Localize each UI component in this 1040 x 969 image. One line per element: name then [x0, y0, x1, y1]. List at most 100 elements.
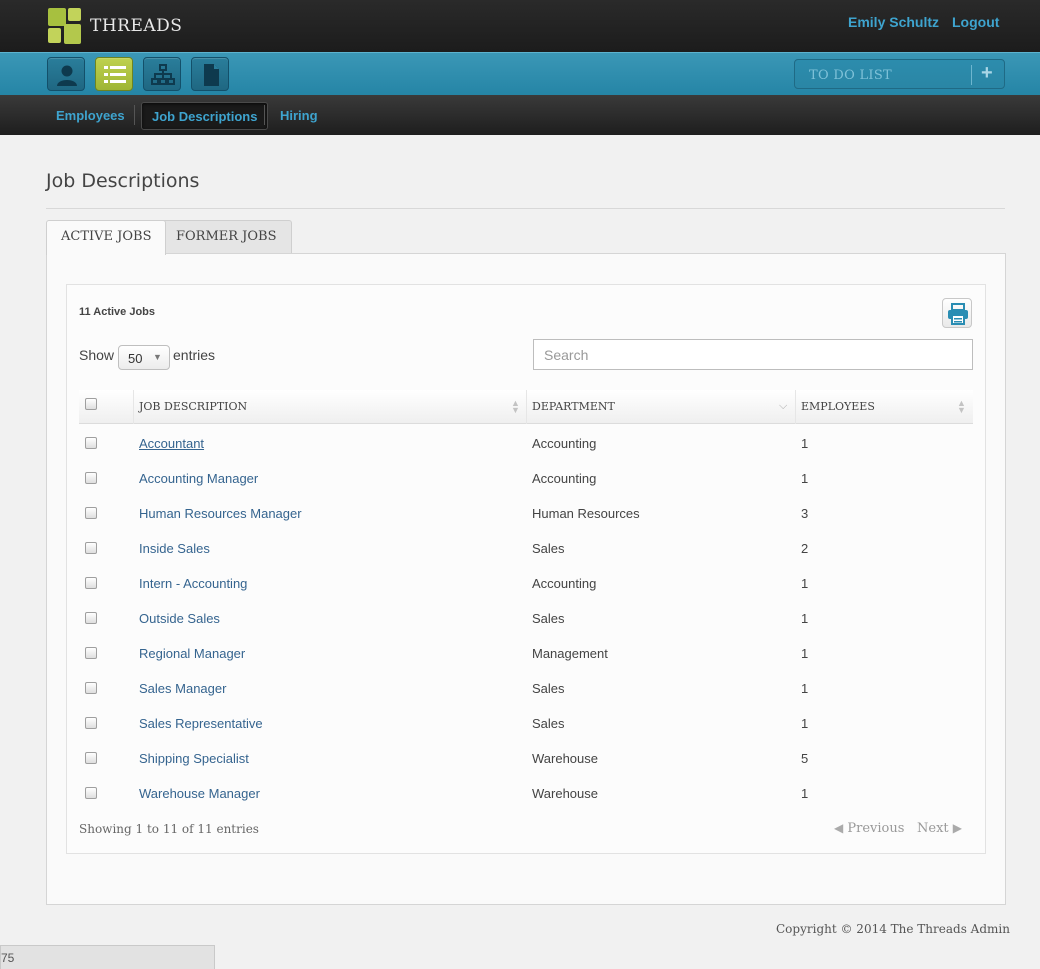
row-checkbox[interactable]: [85, 612, 97, 624]
table-row: Sales Representative Sales 1: [79, 708, 973, 743]
triangle-left-icon: ◀: [834, 821, 844, 835]
nav-item-employees[interactable]: Employees: [46, 102, 135, 130]
row-checkbox[interactable]: [85, 682, 97, 694]
todo-divider: [971, 65, 972, 85]
job-description-link[interactable]: Warehouse Manager: [139, 786, 260, 801]
department-cell: Sales: [532, 541, 565, 556]
documents-toolbar-button[interactable]: [191, 57, 229, 91]
department-cell: Sales: [532, 611, 565, 626]
nav-item-hiring[interactable]: Hiring: [270, 102, 328, 130]
printer-icon: [948, 303, 968, 325]
nav-divider: [264, 105, 265, 125]
chevron-down-icon: ▼: [153, 352, 162, 362]
job-description-link[interactable]: Inside Sales: [139, 541, 210, 556]
user-name-link[interactable]: Emily Schultz: [848, 14, 939, 30]
job-description-link[interactable]: Outside Sales: [139, 611, 220, 626]
next-page-button[interactable]: Next ▶: [917, 821, 962, 836]
job-description-link[interactable]: Human Resources Manager: [139, 506, 302, 521]
show-label: Show: [79, 347, 115, 363]
todo-list-field[interactable]: TO DO LIST +: [794, 59, 1005, 89]
employees-cell: 5: [801, 751, 809, 766]
department-cell: Accounting: [532, 436, 597, 451]
row-checkbox[interactable]: [85, 507, 97, 519]
department-cell: Accounting: [532, 576, 597, 591]
employees-cell: 1: [801, 681, 809, 696]
employees-cell: 1: [801, 611, 809, 626]
job-description-link[interactable]: Accounting Manager: [139, 471, 258, 486]
triangle-right-icon: ▶: [952, 821, 962, 835]
add-todo-icon[interactable]: +: [981, 62, 993, 85]
job-description-link[interactable]: Intern - Accounting: [139, 576, 247, 591]
department-cell: Management: [532, 646, 608, 661]
row-checkbox[interactable]: [85, 647, 97, 659]
org-chart-toolbar-button[interactable]: [143, 57, 181, 91]
department-cell: Warehouse: [532, 786, 598, 801]
tab-former-jobs[interactable]: FORMER JOBS: [161, 220, 292, 254]
column-header-employees[interactable]: EMPLOYEES: [801, 390, 875, 424]
active-jobs-count: 11 Active Jobs: [79, 306, 156, 318]
employees-cell: 2: [801, 541, 809, 556]
employees-cell: 1: [801, 646, 809, 661]
table-row: Sales Manager Sales 1: [79, 673, 973, 708]
row-checkbox[interactable]: [85, 437, 97, 449]
table-row: Accounting Manager Accounting 1: [79, 463, 973, 498]
sort-icon[interactable]: ▲ ▼: [957, 399, 966, 415]
job-list-toolbar-button[interactable]: [95, 57, 133, 91]
table-row: Warehouse Manager Warehouse 1: [79, 778, 973, 813]
job-description-link[interactable]: Sales Manager: [139, 681, 226, 696]
todo-list-label: TO DO LIST: [809, 68, 893, 83]
employees-toolbar-button[interactable]: [47, 57, 85, 91]
org-chart-icon: [151, 64, 175, 85]
department-cell: Human Resources: [532, 506, 640, 521]
nav-divider: [134, 105, 135, 125]
employees-cell: 1: [801, 576, 809, 591]
entries-label: entries: [173, 347, 216, 363]
list-icon: [104, 66, 126, 83]
row-checkbox[interactable]: [85, 787, 97, 799]
status-bar: 75: [0, 945, 215, 969]
table-row: Intern - Accounting Accounting 1: [79, 568, 973, 603]
table-row: Inside Sales Sales 2: [79, 533, 973, 568]
sort-desc-icon[interactable]: ⌵: [779, 401, 787, 412]
job-description-link[interactable]: Sales Representative: [139, 716, 263, 731]
department-cell: Warehouse: [532, 751, 598, 766]
job-description-link[interactable]: Regional Manager: [139, 646, 245, 661]
department-cell: Sales: [532, 716, 565, 731]
person-icon: [57, 65, 77, 86]
employees-cell: 1: [801, 436, 809, 451]
print-button[interactable]: [942, 298, 972, 328]
section-nav: Employees Job Descriptions Hiring: [0, 95, 1040, 135]
table-row: Human Resources Manager Human Resources 3: [79, 498, 973, 533]
table-header: JOB DESCRIPTION ▲ ▼ DEPARTMENT ⌵ EMPLOYEE…: [79, 390, 973, 424]
column-header-department[interactable]: DEPARTMENT: [532, 390, 615, 424]
threads-logo-icon[interactable]: [48, 8, 82, 44]
tab-active-jobs[interactable]: ACTIVE JOBS: [46, 220, 167, 255]
employees-cell: 1: [801, 471, 809, 486]
job-description-link[interactable]: Accountant: [139, 436, 204, 451]
search-input[interactable]: [533, 339, 973, 370]
table-row: Accountant Accounting 1: [79, 428, 973, 463]
toolbar: TO DO LIST +: [0, 52, 1040, 95]
employees-cell: 3: [801, 506, 809, 521]
row-checkbox[interactable]: [85, 752, 97, 764]
page-title: Job Descriptions: [46, 170, 200, 192]
employees-cell: 1: [801, 716, 809, 731]
entries-per-page-select[interactable]: 50 ▼: [118, 345, 170, 370]
previous-page-button[interactable]: ◀ Previous: [834, 821, 904, 836]
top-bar: THREADS Emily Schultz Logout: [0, 0, 1040, 52]
row-checkbox[interactable]: [85, 577, 97, 589]
nav-item-job-descriptions[interactable]: Job Descriptions: [141, 102, 269, 130]
department-cell: Accounting: [532, 471, 597, 486]
table-row: Shipping Specialist Warehouse 5: [79, 743, 973, 778]
row-checkbox[interactable]: [85, 472, 97, 484]
brand-name[interactable]: THREADS: [90, 16, 182, 36]
row-checkbox[interactable]: [85, 717, 97, 729]
sort-icon[interactable]: ▲ ▼: [511, 399, 520, 415]
select-all-checkbox[interactable]: [85, 398, 97, 410]
logout-link[interactable]: Logout: [952, 14, 999, 30]
next-label: Next: [917, 821, 949, 836]
table-row: Outside Sales Sales 1: [79, 603, 973, 638]
row-checkbox[interactable]: [85, 542, 97, 554]
job-description-link[interactable]: Shipping Specialist: [139, 751, 249, 766]
column-header-job-description[interactable]: JOB DESCRIPTION: [139, 390, 247, 424]
